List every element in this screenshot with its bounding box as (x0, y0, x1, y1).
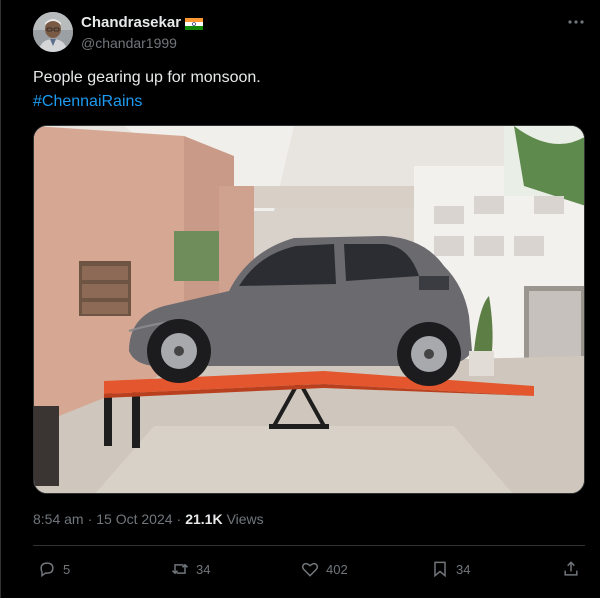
bookmark-count: 34 (456, 561, 471, 577)
india-flag-icon (185, 17, 204, 30)
tweet-meta: 8:54 am · 15 Oct 2024 · 21.1K Views (33, 511, 264, 527)
views-label: Views (226, 511, 264, 527)
tweet-body: People gearing up for monsoon. (33, 69, 261, 86)
author-display-name[interactable]: Chandrasekar (81, 14, 181, 31)
repost-icon (171, 563, 189, 575)
avatar[interactable] (33, 12, 73, 52)
tweet-text: People gearing up for monsoon. #ChennaiR… (33, 66, 261, 114)
left-border (0, 0, 1, 598)
divider (33, 545, 585, 546)
repost-button[interactable]: 34 (170, 558, 210, 580)
reply-button[interactable]: 5 (37, 558, 70, 580)
share-icon (564, 561, 578, 576)
meta-separator: · (87, 511, 93, 527)
heart-icon (301, 562, 319, 577)
more-options-icon[interactable] (566, 12, 586, 32)
like-count: 402 (326, 561, 348, 577)
reply-icon (40, 562, 54, 578)
avatar-image (33, 12, 73, 52)
like-button[interactable]: 402 (300, 558, 348, 580)
bookmark-button[interactable]: 34 (430, 558, 470, 580)
views-count: 21.1K (185, 511, 223, 527)
bookmark-icon (434, 561, 446, 578)
meta-separator: · (176, 511, 182, 527)
author-name-row[interactable]: Chandrasekar (81, 14, 204, 31)
hashtag-link[interactable]: #ChennaiRains (33, 90, 261, 114)
author-handle[interactable]: @chandar1999 (81, 35, 177, 51)
car-on-ramp-photo (34, 126, 584, 493)
tweet-media-photo[interactable] (33, 125, 585, 494)
share-button[interactable] (561, 558, 581, 580)
tweet-time[interactable]: 8:54 am (33, 511, 84, 527)
tweet-card: Chandrasekar @chandar1999 People gearing… (0, 0, 600, 598)
tweet-date[interactable]: 15 Oct 2024 (96, 511, 172, 527)
repost-count: 34 (196, 561, 211, 577)
reply-count: 5 (63, 561, 71, 577)
